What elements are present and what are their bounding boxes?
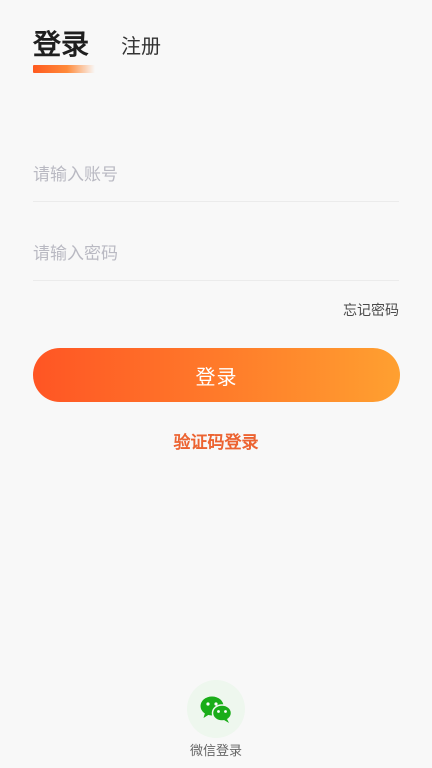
auth-tabs: 登录 注册 [33,26,161,73]
sms-login-link[interactable]: 验证码登录 [0,428,432,453]
login-button-label: 登录 [195,364,238,389]
forgot-password-link[interactable]: 忘记密码 [343,300,399,320]
tab-login[interactable]: 登录 [33,26,95,73]
login-button[interactable]: 登录 [33,348,400,402]
wechat-icon [200,696,233,723]
active-tab-indicator [33,65,95,73]
wechat-login-label: 微信登录 [189,744,242,759]
wechat-icon-circle [187,680,245,738]
tab-register[interactable]: 注册 [121,29,161,64]
tab-login-label: 登录 [33,28,90,61]
account-field [33,149,399,202]
tab-register-label: 注册 [121,34,162,58]
password-field [33,228,399,281]
password-input[interactable] [33,228,399,280]
account-input[interactable] [33,149,399,201]
wechat-login-button[interactable]: 微信登录 [186,680,246,759]
